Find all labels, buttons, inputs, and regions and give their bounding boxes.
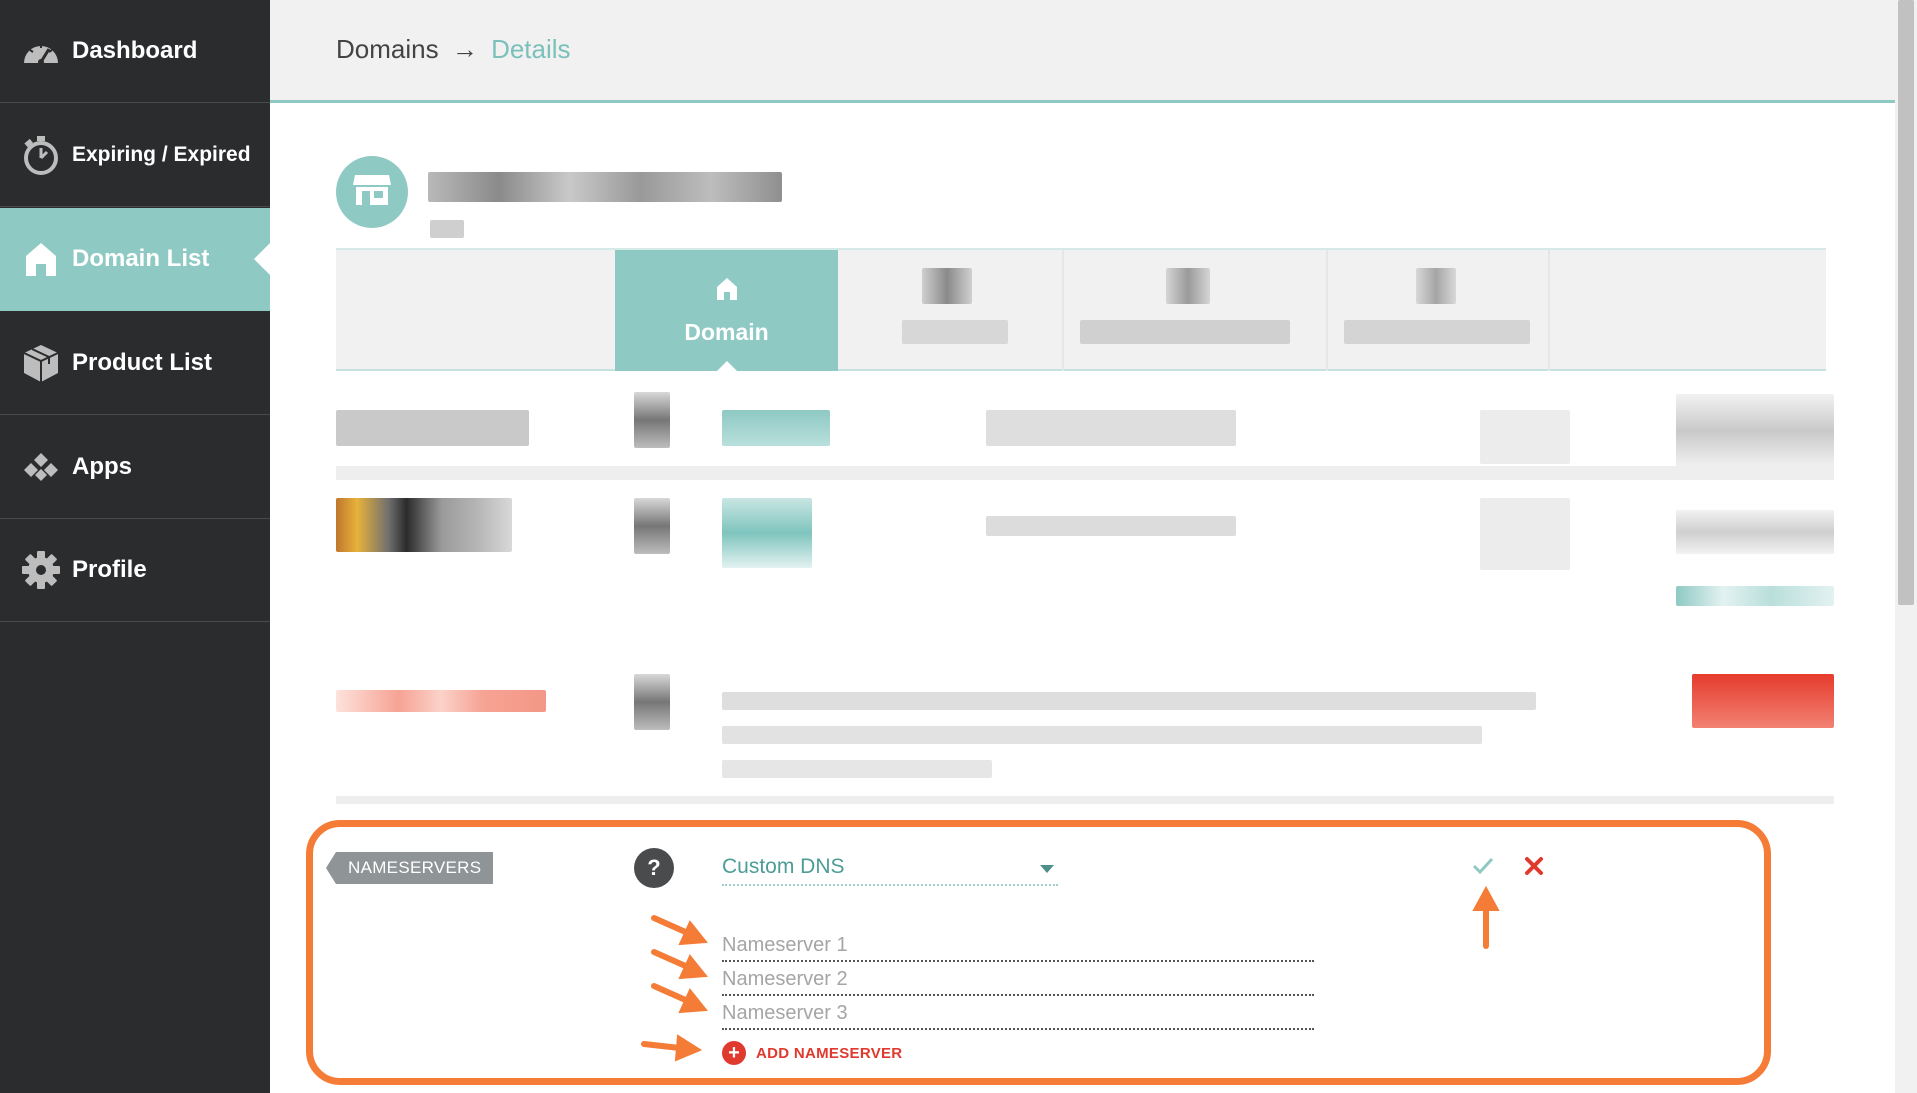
annotation-arrow-icon [651,915,708,946]
annotation-arrow-icon [651,983,708,1014]
annotation-arrow-icon [651,949,708,980]
annotation-arrow-icon [641,1034,703,1062]
annotation-arrow-icon [1472,885,1500,949]
annotation-arrows [641,885,1500,1062]
